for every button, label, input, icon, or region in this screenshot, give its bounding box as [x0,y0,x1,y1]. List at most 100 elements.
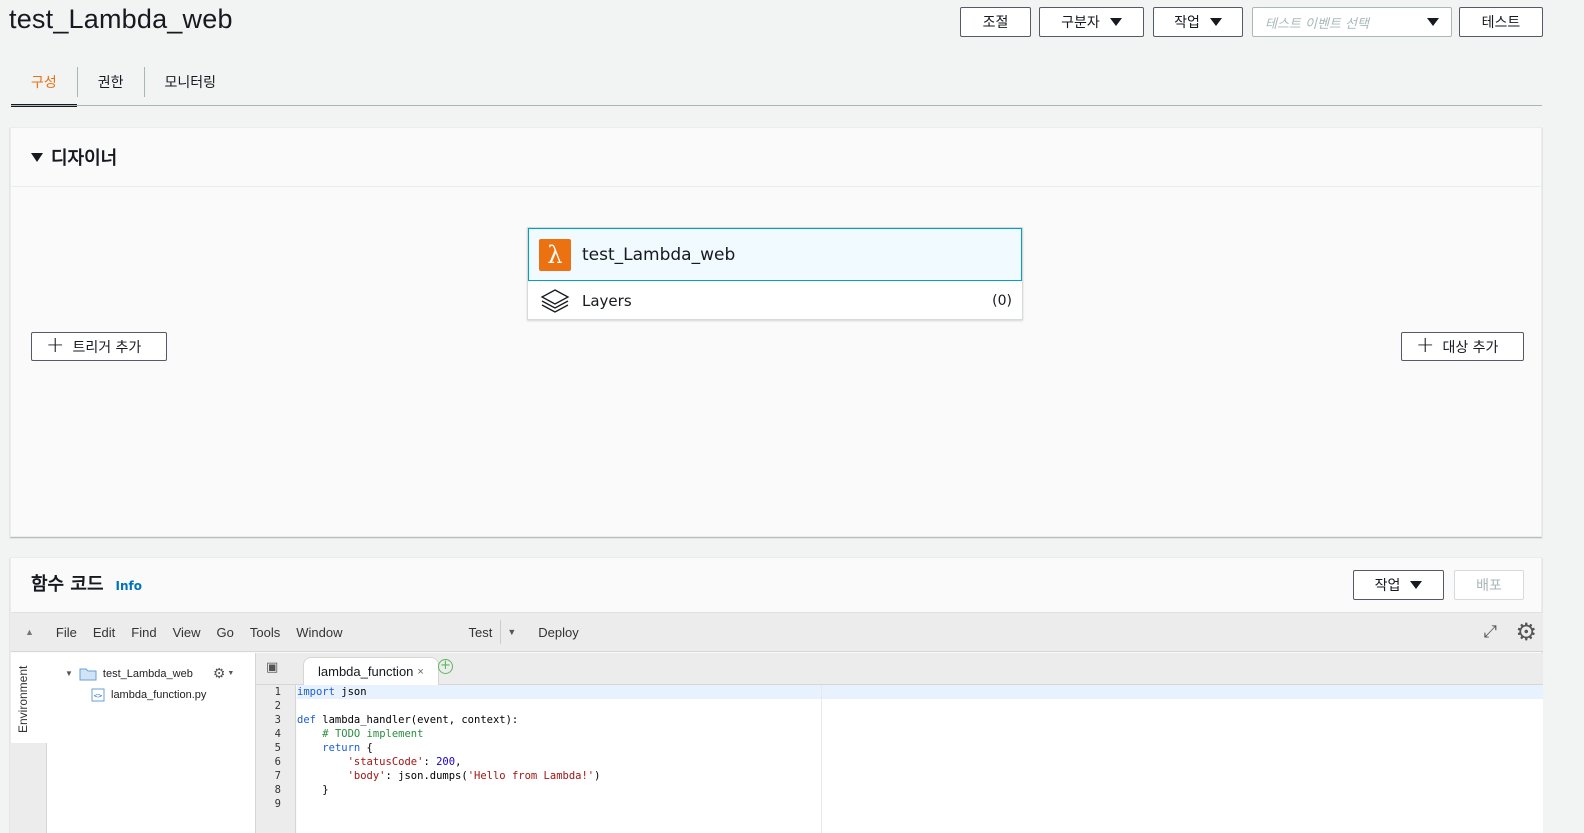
print-margin [821,685,822,833]
designer-panel: 디자이너 λ test_Lambda_web Layers (0) + 트리거 … [10,127,1542,537]
line-number: 2 [274,700,281,712]
environment-label[interactable]: Environment [16,666,30,733]
collapse-up-icon[interactable]: ▲ [25,627,34,637]
caret-down-icon [1427,18,1439,26]
menu-tools[interactable]: Tools [242,625,288,640]
function-code-panel: 함수 코드 Info 작업 배포 ▲ File Edit Find View G… [10,557,1543,833]
caret-down-icon [1410,581,1423,589]
expand-icon[interactable]: ▼ [65,669,73,678]
ide-deploy-button[interactable]: Deploy [530,625,586,640]
deploy-button[interactable]: 배포 [1454,570,1524,600]
code-line: return { [322,742,373,754]
test-event-placeholder: 테스트 이벤트 선택 [1265,16,1369,32]
menu-edit[interactable]: Edit [85,625,123,640]
line-number: 7 [274,770,281,782]
line-number-gutter: 1 2 3 4 5 6 7 8 9 [256,685,296,833]
close-tab-icon[interactable]: × [417,666,423,678]
tree-settings-icon[interactable]: ⚙ [213,665,226,682]
test-event-select[interactable]: 테스트 이벤트 선택 [1252,7,1452,37]
caret-down-icon [1209,18,1222,26]
code-editor[interactable]: import json def lambda_handler(event, co… [297,685,1543,833]
layers-label: Layers [582,292,632,310]
add-destination-label: 대상 추가 [1442,339,1499,356]
menu-file[interactable]: File [48,625,85,640]
function-code-title: 함수 코드 Info [31,570,142,596]
qualifiers-label: 구분자 [1061,15,1100,31]
add-destination-button[interactable]: + 대상 추가 [1401,332,1524,361]
throttle-label: 조절 [982,15,1009,31]
tree-file-row[interactable]: <> lambda_function.py [91,688,206,702]
actions-label: 작업 [1174,15,1200,31]
file-name: lambda_function.py [111,689,207,701]
tab-label: 권한 [97,75,124,91]
folder-name: test_Lambda_web [102,667,193,680]
tab-label: 구성 [31,75,57,91]
function-card: λ test_Lambda_web Layers (0) [527,227,1023,320]
editor-tab-bar: ▣ lambda_function × + [256,653,1543,685]
plus-icon: + [1416,332,1435,358]
qualifiers-dropdown[interactable]: 구분자 [1039,7,1144,37]
tab-menu-icon[interactable]: ▣ [266,660,278,675]
line-number: 5 [274,742,281,754]
line-number: 9 [274,798,281,810]
fullscreen-icon[interactable]: ⤢ [1483,622,1497,642]
info-link[interactable]: Info [116,579,142,593]
line-number: 4 [274,728,281,740]
designer-title-text: 디자이너 [51,148,118,169]
tab-monitoring[interactable]: 모니터링 [145,58,237,106]
editor-tab-label: lambda_function [318,664,414,679]
layers-count: (0) [992,293,1012,309]
tree-settings-caret-icon[interactable]: ▼ [227,670,234,677]
tab-permissions[interactable]: 권한 [78,58,144,106]
test-label: 테스트 [1481,15,1521,31]
line-number: 8 [274,784,281,796]
menu-find[interactable]: Find [123,625,164,640]
test-button[interactable]: 테스트 [1459,7,1543,37]
menu-view[interactable]: View [165,625,209,640]
editor-tab-lambda-function[interactable]: lambda_function × [303,657,439,685]
line-number: 3 [274,714,281,726]
collapse-icon[interactable] [31,152,43,162]
designer-header[interactable]: 디자이너 [11,128,1541,187]
ide-test-button[interactable]: Test [460,625,500,640]
layers-node[interactable]: Layers (0) [528,281,1022,321]
environment-strip: Environment [11,653,47,833]
file-tree: ▼ test_Lambda_web ⚙ ▼ <> lambda_function… [47,653,256,833]
menu-window[interactable]: Window [288,625,350,640]
code-line: } [297,784,329,796]
code-line: # TODO implement [322,728,424,740]
new-tab-icon[interactable]: + [438,659,453,674]
menu-go[interactable]: Go [209,625,242,640]
svg-text:<>: <> [94,692,102,700]
add-trigger-label: 트리거 추가 [72,339,142,356]
page-title: test_Lambda_web [9,4,233,34]
tab-label: 모니터링 [164,75,217,91]
code-line: 'statusCode': 200, [347,756,462,768]
tabs-underline [11,105,1542,106]
code-line: 'body': json.dumps('Hello from Lambda!') [347,770,601,782]
function-code-title-text: 함수 코드 [31,574,104,595]
folder-icon [79,668,97,680]
actions-dropdown[interactable]: 작업 [1153,7,1243,37]
settings-gear-icon[interactable]: ⚙ [1515,618,1537,647]
code-actions-label: 작업 [1374,578,1401,594]
line-number: 1 [274,686,281,698]
deploy-label: 배포 [1476,578,1502,594]
caret-down-icon [1109,18,1122,26]
function-name: test_Lambda_web [582,244,736,265]
ide-test-dropdown-icon[interactable]: ▼ [500,620,516,644]
lambda-icon: λ [539,238,571,271]
throttle-button[interactable]: 조절 [960,7,1031,37]
function-node[interactable]: λ test_Lambda_web [528,228,1022,281]
add-trigger-button[interactable]: + 트리거 추가 [31,332,167,361]
code-actions-dropdown[interactable]: 작업 [1353,570,1444,600]
layers-icon [540,289,570,313]
tree-folder-row[interactable]: ▼ test_Lambda_web ⚙ ▼ [65,665,234,682]
code-line: def lambda_handler(event, context): [297,714,519,726]
designer-title[interactable]: 디자이너 [31,144,117,170]
line-number: 6 [274,756,281,768]
tab-configuration[interactable]: 구성 [11,58,77,107]
tab-bar: 구성 권한 모니터링 [11,58,237,107]
